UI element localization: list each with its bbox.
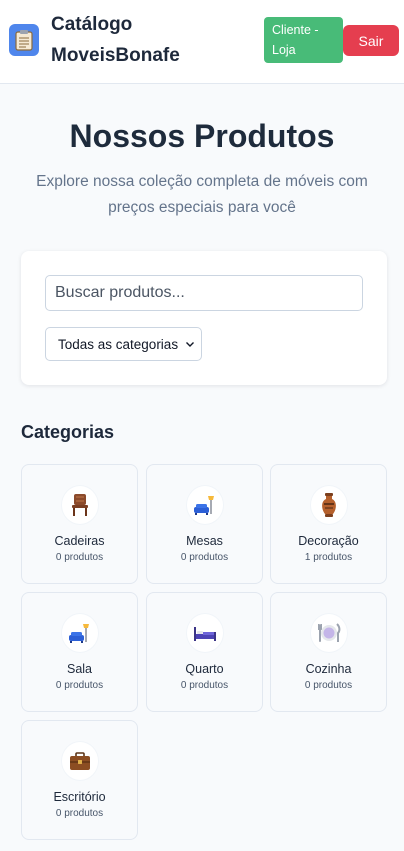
category-card-sala[interactable]: Sala 0 produtos — [21, 592, 138, 712]
page-subtitle: Explore nossa coleção completa de móveis… — [36, 173, 368, 216]
category-count: 0 produtos — [55, 552, 104, 563]
page-title: Nossos Produtos — [69, 118, 335, 154]
category-count: 0 produtos — [180, 680, 229, 691]
category-card-decoracao[interactable]: Decoração 1 produtos — [270, 464, 387, 584]
client-store-button[interactable]: Cliente - Loja — [264, 17, 343, 63]
category-name: Cozinha — [305, 662, 352, 676]
category-card-mesas[interactable]: Mesas 0 produtos — [146, 464, 263, 584]
bed-icon — [187, 614, 223, 652]
brand-line-2: MoveisBonafe — [51, 45, 180, 66]
briefcase-icon — [62, 742, 98, 780]
category-count: 0 produtos — [55, 808, 104, 819]
category-count: 0 produtos — [55, 680, 104, 691]
category-card-quarto[interactable]: Quarto 0 produtos — [146, 592, 263, 712]
brand-line-1: Catálogo — [51, 14, 133, 35]
vase-icon — [311, 486, 347, 524]
chevron-down-icon — [186, 342, 194, 347]
category-count: 0 produtos — [180, 552, 229, 563]
category-name: Sala — [66, 662, 93, 676]
category-count: 0 produtos — [304, 680, 353, 691]
category-name: Escritório — [53, 790, 106, 804]
brand-name: Catálogo MoveisBonafe — [51, 9, 251, 71]
logout-button[interactable]: Sair — [343, 25, 399, 56]
clipboard-icon — [9, 24, 39, 56]
sofa-lamp-icon — [187, 486, 223, 524]
plate-cutlery-icon — [311, 614, 347, 652]
chair-icon — [62, 486, 98, 524]
sofa-lamp-icon — [62, 614, 98, 652]
search-panel: Todas as categorias — [21, 251, 387, 385]
category-count: 1 produtos — [304, 552, 353, 563]
categories-title: Categorias — [21, 422, 115, 442]
category-name: Decoração — [298, 534, 359, 548]
category-name: Quarto — [185, 662, 224, 676]
category-select[interactable]: Todas as categorias — [45, 327, 202, 361]
category-select-value: Todas as categorias — [58, 336, 179, 352]
category-name: Cadeiras — [54, 534, 105, 548]
app-header: Catálogo MoveisBonafe Cliente - Loja Sai… — [0, 0, 404, 84]
category-card-cozinha[interactable]: Cozinha 0 produtos — [270, 592, 387, 712]
category-card-cadeiras[interactable]: Cadeiras 0 produtos — [21, 464, 138, 584]
search-input[interactable] — [45, 275, 363, 311]
category-name: Mesas — [186, 534, 223, 548]
category-card-escritorio[interactable]: Escritório 0 produtos — [21, 720, 138, 840]
